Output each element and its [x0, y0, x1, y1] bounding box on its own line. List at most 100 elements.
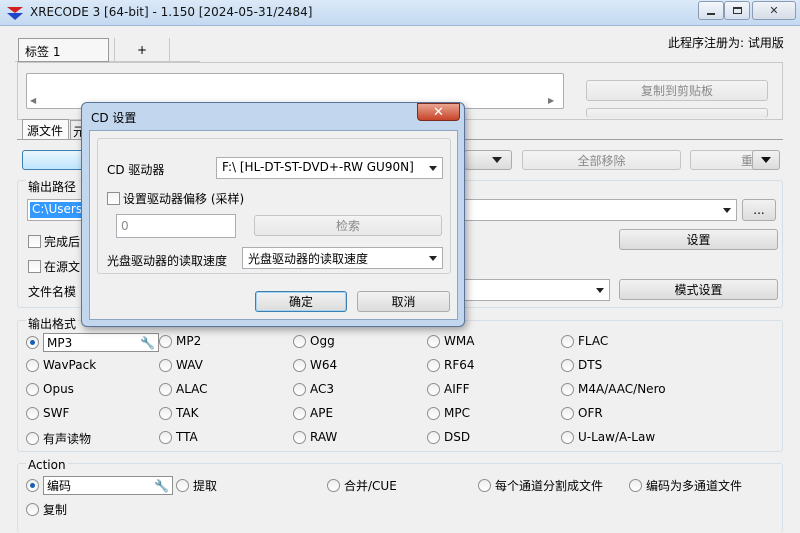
format-ulaw-label: U-Law/A-Law [578, 430, 656, 444]
format-tak-radio[interactable] [159, 406, 172, 420]
copy-to-clipboard-button[interactable]: 复制到剪贴板 [586, 80, 768, 101]
format-mpc[interactable]: MPC [427, 406, 470, 420]
drive-offset-check[interactable] [107, 192, 120, 205]
action-extract[interactable]: 提取 [176, 477, 217, 494]
wrench-icon[interactable]: 🔧 [140, 336, 155, 350]
format-flac[interactable]: FLAC [561, 334, 608, 348]
format-ape-radio[interactable] [293, 406, 306, 420]
format-wma-radio[interactable] [427, 334, 440, 348]
format-mp2-radio[interactable] [159, 334, 172, 348]
maximize-button[interactable] [724, 1, 750, 20]
action-multichannel-radio[interactable] [629, 479, 642, 492]
dropdown-split-button[interactable] [464, 150, 512, 170]
format-alac[interactable]: ALAC [159, 382, 208, 396]
format-ac3[interactable]: AC3 [293, 382, 334, 396]
more-options-button[interactable] [752, 150, 780, 170]
read-speed-select[interactable]: 光盘驱动器的读取速度 [242, 247, 443, 269]
format-tta-radio[interactable] [159, 430, 172, 444]
format-swf[interactable]: SWF [26, 406, 69, 420]
remove-all-button[interactable]: 全部移除 [522, 150, 681, 170]
format-ogg[interactable]: Ogg [293, 334, 335, 348]
cd-drive-select[interactable]: F:\ [HL-DT-ST-DVD+-RW GU90N] [216, 157, 443, 179]
format-dts[interactable]: DTS [561, 358, 602, 372]
mode-settings-button[interactable]: 模式设置 [619, 279, 778, 300]
format-mp2[interactable]: MP2 [159, 334, 201, 348]
format-m4a-radio[interactable] [561, 382, 574, 396]
action-split-channels[interactable]: 每个通道分割成文件 [478, 477, 603, 494]
hscroll-right-icon[interactable]: ▶ [548, 96, 554, 105]
format-aiff[interactable]: AIFF [427, 382, 470, 396]
format-wma[interactable]: WMA [427, 334, 474, 348]
format-ofr[interactable]: OFR [561, 406, 603, 420]
detect-offset-button[interactable]: 检索 [254, 215, 442, 236]
close-window-button[interactable]: ✕ [752, 1, 796, 20]
format-dsd[interactable]: DSD [427, 430, 470, 444]
action-encode-label: 编码 [47, 479, 72, 493]
format-w64-radio[interactable] [293, 358, 306, 372]
format-ofr-radio[interactable] [561, 406, 574, 420]
format-dsd-radio[interactable] [427, 430, 440, 444]
format-tak[interactable]: TAK [159, 406, 198, 420]
action-extract-radio[interactable] [176, 479, 189, 492]
format-alac-radio[interactable] [159, 382, 172, 396]
drive-offset-input[interactable]: 0 [116, 214, 236, 238]
add-files-button[interactable] [22, 150, 84, 170]
action-merge-cue-radio[interactable] [327, 479, 340, 492]
format-audiobook[interactable]: 有声读物 [26, 430, 91, 447]
format-tta[interactable]: TTA [159, 430, 198, 444]
action-copy-radio[interactable] [26, 503, 39, 516]
format-mp3-radio[interactable] [26, 336, 39, 349]
format-opus-radio[interactable] [26, 382, 39, 396]
action-split-channels-radio[interactable] [478, 479, 491, 492]
format-aiff-radio[interactable] [427, 382, 440, 396]
action-heading: Action [26, 458, 68, 472]
in-source-check[interactable] [28, 260, 41, 273]
minimize-button[interactable] [698, 1, 724, 20]
format-dts-radio[interactable] [561, 358, 574, 372]
in-source-folder-checkbox[interactable]: 在源文 [28, 258, 80, 275]
after-done-check[interactable] [28, 235, 41, 248]
format-wavpack-radio[interactable] [26, 358, 39, 372]
action-encode[interactable]: 编码 🔧 [26, 476, 173, 495]
wrench-icon[interactable]: 🔧 [154, 479, 169, 493]
format-ape[interactable]: APE [293, 406, 333, 420]
dialog-close-button[interactable]: ✕ [417, 103, 460, 121]
tab-source-files[interactable]: 源文件 [22, 119, 69, 139]
format-flac-radio[interactable] [561, 334, 574, 348]
format-audiobook-radio[interactable] [26, 432, 39, 445]
format-ulaw[interactable]: U-Law/A-Law [561, 430, 655, 444]
format-ac3-radio[interactable] [293, 382, 306, 396]
tab-1[interactable]: 标签 1 [18, 38, 109, 62]
action-encode-selected[interactable]: 编码 🔧 [43, 476, 173, 495]
ok-button[interactable]: 确定 [255, 291, 347, 312]
format-ogg-radio[interactable] [293, 334, 306, 348]
format-ulaw-radio[interactable] [561, 430, 574, 444]
browse-button[interactable]: ... [742, 199, 776, 221]
after-done-checkbox[interactable]: 完成后 [28, 233, 80, 250]
clear-button[interactable]: 重 [690, 150, 758, 170]
format-m4a[interactable]: M4A/AAC/Nero [561, 382, 666, 396]
action-encode-radio[interactable] [26, 479, 39, 492]
add-tab-button[interactable]: + [114, 38, 170, 62]
action-copy[interactable]: 复制 [26, 501, 67, 518]
format-mp3-selected[interactable]: MP3 🔧 [43, 333, 159, 352]
format-raw-radio[interactable] [293, 430, 306, 444]
format-swf-radio[interactable] [26, 406, 39, 420]
action-merge-cue[interactable]: 合并/CUE [327, 477, 397, 494]
format-wav-radio[interactable] [159, 358, 172, 372]
drive-offset-checkbox[interactable]: 设置驱动器偏移 (采样) [107, 190, 244, 207]
secondary-button[interactable] [586, 108, 768, 118]
action-multichannel[interactable]: 编码为多通道文件 [629, 477, 742, 494]
format-mpc-radio[interactable] [427, 406, 440, 420]
format-rf64-radio[interactable] [427, 358, 440, 372]
format-wav[interactable]: WAV [159, 358, 203, 372]
hscroll-left-icon[interactable]: ◀ [30, 96, 36, 105]
format-raw[interactable]: RAW [293, 430, 337, 444]
format-mp3[interactable]: MP3 🔧 [26, 333, 159, 352]
format-wavpack[interactable]: WavPack [26, 358, 96, 372]
format-opus[interactable]: Opus [26, 382, 74, 396]
output-settings-button[interactable]: 设置 [619, 229, 778, 250]
format-w64[interactable]: W64 [293, 358, 337, 372]
format-rf64[interactable]: RF64 [427, 358, 475, 372]
cancel-button[interactable]: 取消 [357, 291, 450, 312]
